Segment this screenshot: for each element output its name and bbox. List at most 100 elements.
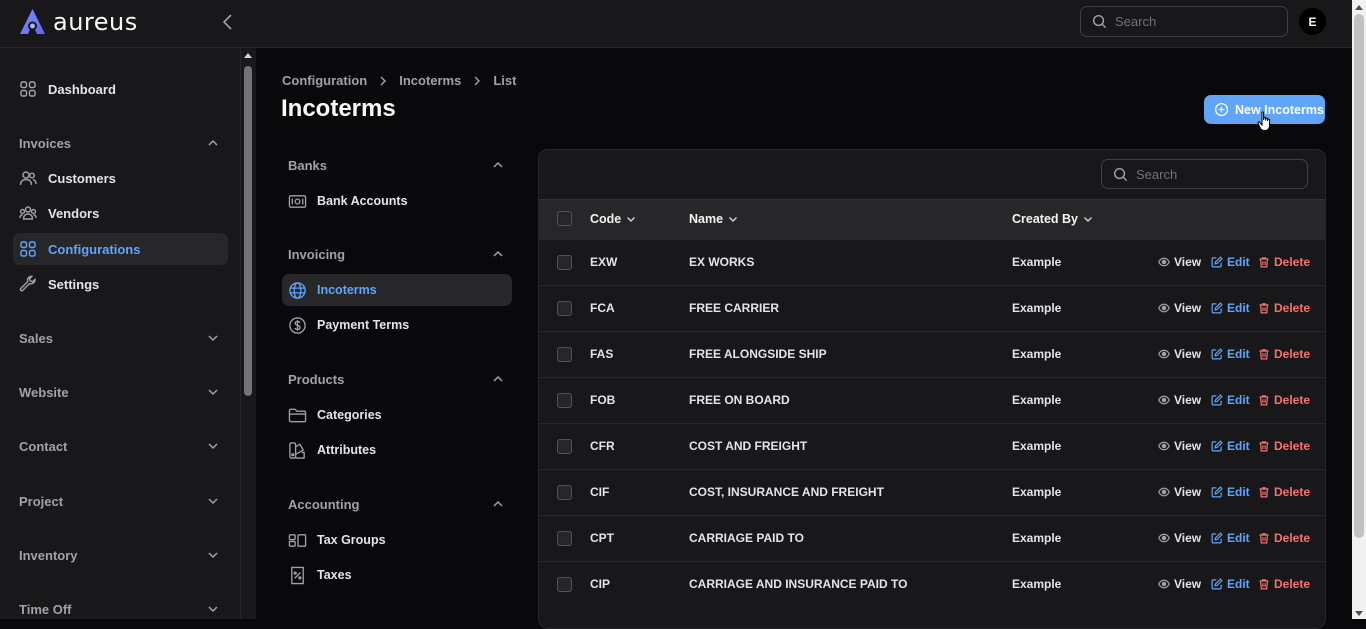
table-row[interactable]: CIF COST, INSURANCE AND FREIGHT Example Vie… <box>539 469 1325 515</box>
view-button[interactable]: View <box>1158 347 1201 361</box>
view-button[interactable]: View <box>1158 301 1201 315</box>
view-button[interactable]: View <box>1158 439 1201 453</box>
sidebar-item-label: Vendors <box>48 205 100 221</box>
subnav-item-label: Incoterms <box>317 283 377 297</box>
subnav-item-label: Tax Groups <box>317 533 386 547</box>
delete-button[interactable]: Delete <box>1258 577 1310 591</box>
subnav-group-products[interactable]: Products <box>288 369 504 389</box>
delete-button[interactable]: Delete <box>1258 531 1310 545</box>
view-button[interactable]: View <box>1158 531 1201 545</box>
view-button[interactable]: View <box>1158 485 1201 499</box>
delete-button[interactable]: Delete <box>1258 301 1310 315</box>
cell-name: COST, INSURANCE AND FREIGHT <box>689 485 884 499</box>
table-row[interactable]: FAS FREE ALONGSIDE SHIP Example View Edit Del… <box>539 331 1325 377</box>
table-row[interactable]: CPT CARRIAGE PAID TO Example View Edit Delete <box>539 515 1325 561</box>
row-checkbox[interactable] <box>557 347 572 362</box>
column-header-created-by[interactable]: Created By <box>1012 212 1093 226</box>
row-checkbox[interactable] <box>557 301 572 316</box>
table-row[interactable]: FCA FREE CARRIER Example View Edit Delete <box>539 285 1325 331</box>
delete-button[interactable]: Delete <box>1258 347 1310 361</box>
row-checkbox[interactable] <box>557 531 572 546</box>
column-header-code[interactable]: Code <box>590 212 636 226</box>
delete-label: Delete <box>1274 577 1311 591</box>
sidebar-group-website[interactable]: Website <box>19 382 219 402</box>
sidebar-item-customers[interactable]: Customers <box>13 162 228 194</box>
subnav-item-attributes[interactable]: Attributes <box>282 434 512 466</box>
table-row[interactable]: CFR COST AND FREIGHT Example View Edit Delete <box>539 423 1325 469</box>
sidebar-collapse-button[interactable] <box>220 13 236 31</box>
edit-button[interactable]: Edit <box>1211 531 1250 545</box>
chevron-right-icon <box>472 76 482 86</box>
page-scrollbar-thumb[interactable] <box>1354 14 1364 538</box>
table-row[interactable]: FOB FREE ON BOARD Example View Edit Delete <box>539 377 1325 423</box>
subnav-item-tax-groups[interactable]: Tax Groups <box>282 524 512 556</box>
subnav-group-invoicing[interactable]: Invoicing <box>288 244 504 264</box>
scroll-up-arrow-icon[interactable] <box>1354 3 1364 11</box>
chevron-down-icon <box>207 603 219 615</box>
sidebar-group-time-off[interactable]: Time Off <box>19 599 219 619</box>
row-checkbox[interactable] <box>557 577 572 592</box>
view-button[interactable]: View <box>1158 577 1201 591</box>
view-label: View <box>1174 577 1202 591</box>
scroll-down-arrow-icon[interactable] <box>1354 610 1364 618</box>
edit-button[interactable]: Edit <box>1211 255 1250 269</box>
row-checkbox[interactable] <box>557 393 572 408</box>
sidebar-item-dashboard[interactable]: Dashboard <box>13 73 228 105</box>
global-search[interactable] <box>1080 6 1288 37</box>
breadcrumb-item[interactable]: Configuration <box>282 73 367 88</box>
row-checkbox[interactable] <box>557 255 572 270</box>
subnav-item-bank-accounts[interactable]: Bank Accounts <box>282 185 512 217</box>
edit-button[interactable]: Edit <box>1211 439 1250 453</box>
global-search-input[interactable] <box>1115 14 1265 29</box>
delete-button[interactable]: Delete <box>1258 439 1310 453</box>
view-button[interactable]: View <box>1158 255 1201 269</box>
edit-button[interactable]: Edit <box>1211 485 1250 499</box>
edit-button[interactable]: Edit <box>1211 577 1250 591</box>
column-header-name[interactable]: Name <box>689 212 738 226</box>
logo[interactable]: aureus <box>18 8 138 36</box>
cell-created-by: Example <box>1012 531 1062 545</box>
table-search-input[interactable] <box>1136 166 1286 182</box>
table-row[interactable]: EXW EX WORKS Example View Edit Delete <box>539 239 1325 285</box>
user-avatar[interactable]: E <box>1299 8 1326 35</box>
subnav-group-banks[interactable]: Banks <box>288 155 504 175</box>
sidebar-group-inventory[interactable]: Inventory <box>19 545 219 565</box>
scroll-up-arrow-icon[interactable] <box>243 51 253 59</box>
edit-label: Edit <box>1227 439 1250 453</box>
row-checkbox[interactable] <box>557 439 572 454</box>
sidebar-item-vendors[interactable]: Vendors <box>13 197 228 229</box>
sidebar-group-contact[interactable]: Contact <box>19 436 219 456</box>
table-search[interactable] <box>1101 159 1308 189</box>
view-button[interactable]: View <box>1158 393 1201 407</box>
bank-icon <box>288 192 307 211</box>
sidebar-item-settings[interactable]: Settings <box>13 268 228 300</box>
edit-button[interactable]: Edit <box>1211 301 1250 315</box>
delete-label: Delete <box>1274 347 1311 361</box>
select-all-checkbox[interactable] <box>557 211 572 226</box>
edit-button[interactable]: Edit <box>1211 347 1250 361</box>
breadcrumb-item[interactable]: Incoterms <box>399 73 461 88</box>
sidebar-group-sales[interactable]: Sales <box>19 328 219 348</box>
sidebar-group-project[interactable]: Project <box>19 491 219 511</box>
sidebar-group-invoices[interactable]: Invoices <box>19 133 219 153</box>
subnav-group-label: Products <box>288 371 345 387</box>
table-header: Code Name Created By <box>539 199 1325 239</box>
sidebar-item-configurations[interactable]: Configurations <box>13 233 228 265</box>
trash-icon <box>1258 578 1270 590</box>
delete-button[interactable]: Delete <box>1258 485 1310 499</box>
subnav-item-incoterms[interactable]: Incoterms <box>282 274 512 306</box>
chevron-down-icon <box>207 495 219 507</box>
subnav-item-categories[interactable]: Categories <box>282 399 512 431</box>
delete-button[interactable]: Delete <box>1258 255 1310 269</box>
sidebar-scrollbar-thumb[interactable] <box>244 66 252 396</box>
delete-button[interactable]: Delete <box>1258 393 1310 407</box>
subnav-item-taxes[interactable]: Taxes <box>282 559 512 591</box>
view-label: View <box>1174 531 1202 545</box>
table-row[interactable]: CIP CARRIAGE AND INSURANCE PAID TO Example… <box>539 561 1325 607</box>
pencil-square-icon <box>1211 486 1223 498</box>
subnav-group-accounting[interactable]: Accounting <box>288 494 504 514</box>
edit-button[interactable]: Edit <box>1211 393 1250 407</box>
subnav-item-payment-terms[interactable]: Payment Terms <box>282 309 512 341</box>
trash-icon <box>1258 256 1270 268</box>
row-checkbox[interactable] <box>557 485 572 500</box>
